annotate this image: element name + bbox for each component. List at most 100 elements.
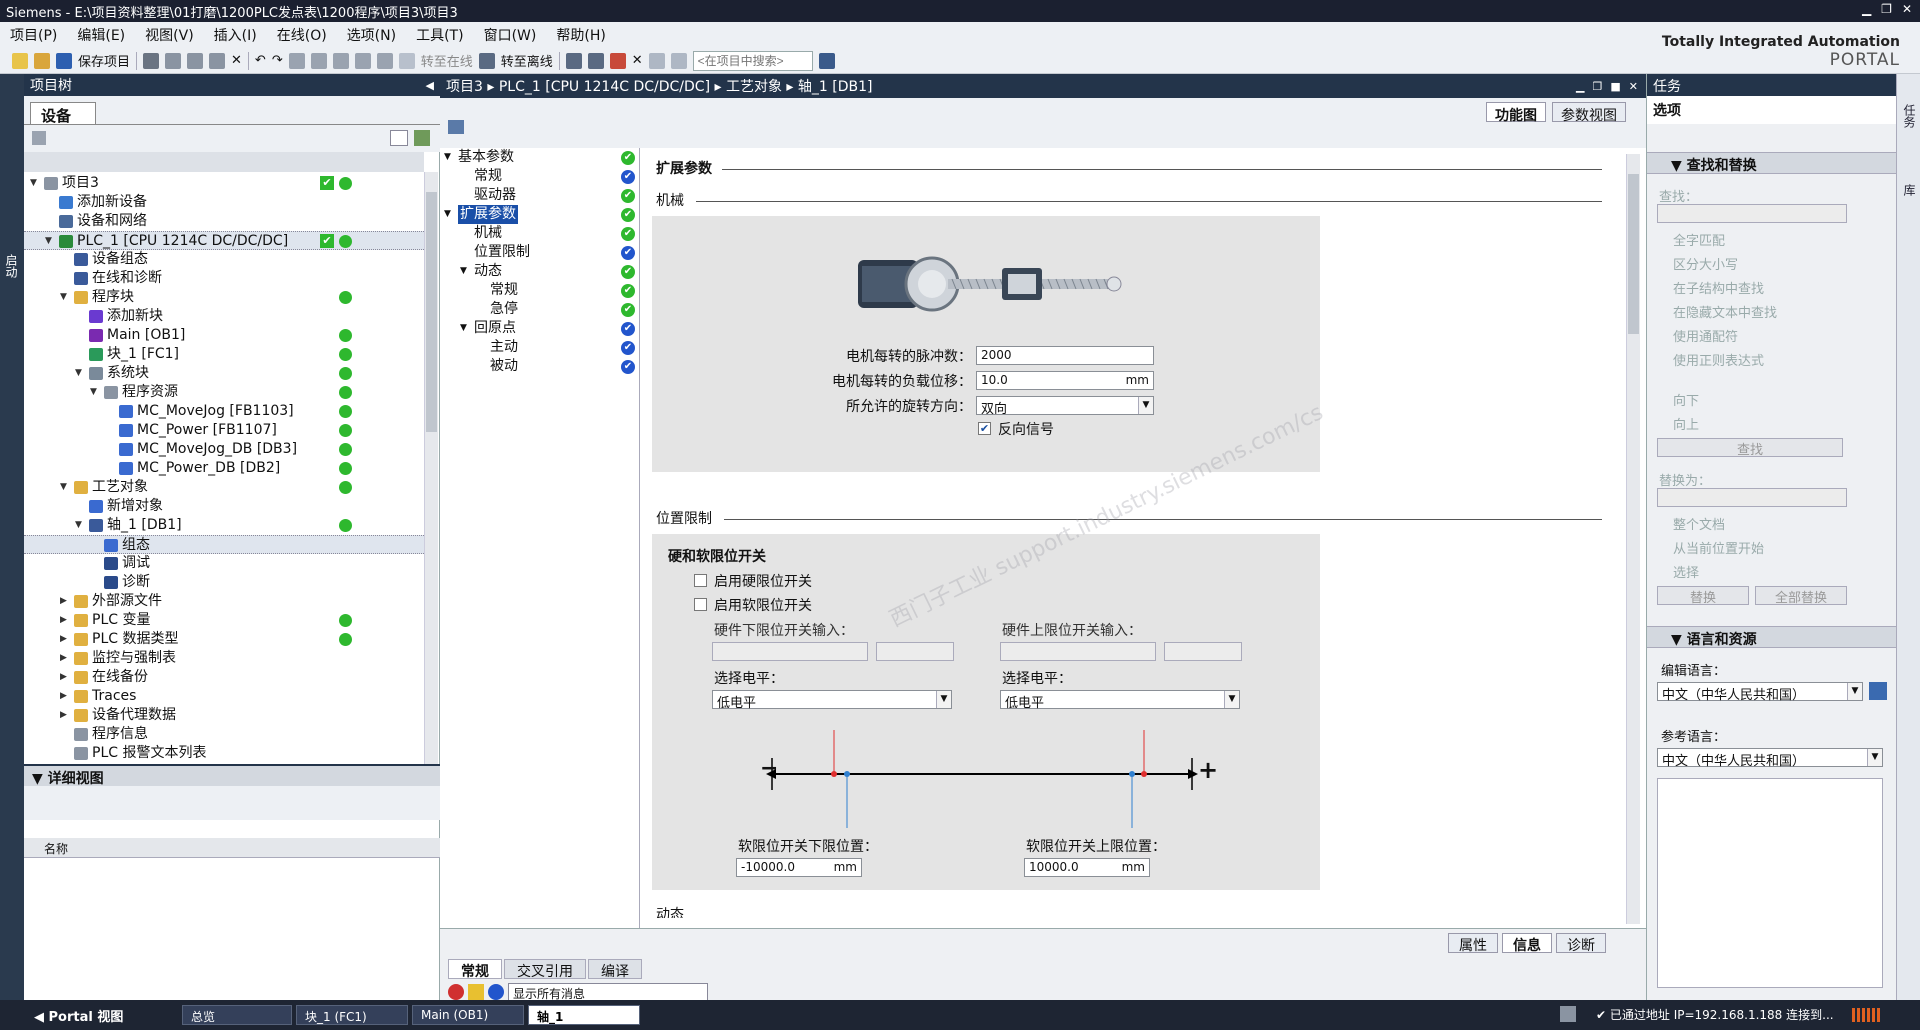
expanded-arrow-icon[interactable]: ▼ xyxy=(75,364,85,383)
menu-item-3[interactable]: 插入(I) xyxy=(214,25,257,45)
tasks-side-tab[interactable]: 任务 xyxy=(1901,104,1918,128)
detail-column-name[interactable]: 名称 xyxy=(24,838,440,858)
download-icon[interactable] xyxy=(310,52,327,69)
axis-tab[interactable]: 轴_1 xyxy=(528,1005,640,1025)
editor-maximize-icon[interactable]: ■ xyxy=(1610,80,1620,93)
go-offline-button[interactable]: 转至离线 xyxy=(501,51,553,70)
cross-ref-tab[interactable]: 交叉引用 xyxy=(504,959,586,980)
tree-item[interactable]: MC_Power_DB [DB2] xyxy=(24,459,424,478)
expanded-arrow-icon[interactable]: ▼ xyxy=(45,232,55,251)
tree-item[interactable]: 添加新块 xyxy=(24,307,424,326)
tree-scrollbar[interactable] xyxy=(424,172,438,764)
level-high-select[interactable]: 低电平 ▼ xyxy=(1000,690,1240,711)
menu-item-7[interactable]: 窗口(W) xyxy=(484,25,537,45)
tree-item[interactable]: ▼ 工艺对象 xyxy=(24,478,424,497)
start-sim-icon[interactable] xyxy=(376,52,393,69)
nav-item[interactable]: 机械 ✔ xyxy=(440,224,639,243)
delete-icon[interactable]: ✕ xyxy=(231,53,242,68)
expanded-arrow-icon[interactable]: ▼ xyxy=(75,516,85,535)
minimize-icon[interactable]: ▁ xyxy=(1862,2,1871,16)
breadcrumb-item[interactable]: 工艺对象 xyxy=(726,79,782,95)
compile-icon[interactable] xyxy=(288,52,305,69)
tree-item[interactable]: ▶ 设备代理数据 xyxy=(24,706,424,725)
tree-item[interactable]: ▶ 在线备份 xyxy=(24,668,424,687)
properties-tab[interactable]: 属性 xyxy=(1448,933,1498,954)
nav-item[interactable]: ▼ 回原点 ✔ xyxy=(440,319,639,338)
collapsed-arrow-icon[interactable]: ▶ xyxy=(60,611,70,630)
main-ob1-tab[interactable]: Main (OB1) xyxy=(412,1005,524,1025)
chevron-down-icon[interactable]: ▼ xyxy=(1847,683,1862,700)
nav-item[interactable]: ▼ 动态 ✔ xyxy=(440,262,639,281)
breadcrumb-item[interactable]: 轴_1 [DB1] xyxy=(798,79,873,95)
nav-item[interactable]: 被动 ✔ xyxy=(440,357,639,376)
tree-item[interactable]: PLC 报警文本列表 xyxy=(24,744,424,763)
tree-item[interactable]: ▼ 系统块 xyxy=(24,364,424,383)
menu-item-6[interactable]: 工具(T) xyxy=(416,25,463,45)
collapsed-arrow-icon[interactable]: ▶ xyxy=(60,592,70,611)
tree-item[interactable]: MC_Power [FB1107] xyxy=(24,421,424,440)
tree-item[interactable]: 设备组态 xyxy=(24,250,424,269)
expanded-arrow-icon[interactable]: ▼ xyxy=(460,262,467,281)
menu-item-0[interactable]: 项目(P) xyxy=(10,25,57,45)
tree-item[interactable]: 新增对象 xyxy=(24,497,424,516)
invert-signal-checkbox[interactable]: ✔ xyxy=(978,422,991,435)
tree-item[interactable]: ▼ PLC_1 [CPU 1214C DC/DC/DC] ✔ xyxy=(24,231,424,250)
collapsed-arrow-icon[interactable]: ▶ xyxy=(60,649,70,668)
editor-float-icon[interactable]: ❐ xyxy=(1593,80,1603,93)
go-online-button[interactable]: 转至在线 xyxy=(421,51,473,70)
chevron-down-icon[interactable]: ▼ xyxy=(1224,691,1239,708)
tree-item[interactable]: 调试 xyxy=(24,554,424,573)
nav-item[interactable]: ▼ 扩展参数 ✔ xyxy=(440,205,639,224)
compile-tab[interactable]: 编译 xyxy=(588,959,642,980)
stop-cpu-icon[interactable] xyxy=(609,52,626,69)
breadcrumb-item[interactable]: 项目3 xyxy=(446,79,483,95)
chevron-down-icon[interactable]: ▼ xyxy=(936,691,951,708)
language-list[interactable] xyxy=(1657,778,1883,988)
collapsed-arrow-icon[interactable]: ▶ xyxy=(60,630,70,649)
menu-item-2[interactable]: 视图(V) xyxy=(145,25,194,45)
breadcrumb-item[interactable]: PLC_1 [CPU 1214C DC/DC/DC] xyxy=(499,79,710,95)
collapse-panel-icon[interactable]: ◀ xyxy=(426,79,434,92)
warning-filter-icon[interactable] xyxy=(468,984,484,1000)
new-project-icon[interactable] xyxy=(12,52,28,69)
go-online-icon[interactable] xyxy=(398,52,415,69)
tree-item[interactable]: ▼ 程序块 xyxy=(24,288,424,307)
edit-lang-select[interactable]: 中文（中华人民共和国） ▼ xyxy=(1657,682,1863,703)
upload-icon[interactable] xyxy=(332,52,349,69)
function-view-tab[interactable]: 功能图 xyxy=(1486,102,1546,124)
expanded-arrow-icon[interactable]: ▼ xyxy=(60,478,70,497)
menu-item-4[interactable]: 在线(O) xyxy=(277,25,327,45)
sw-high-input[interactable]: 10000.0 mm xyxy=(1024,858,1150,877)
chevron-down-icon[interactable]: ▼ xyxy=(1867,749,1882,766)
left-side-tab[interactable]: 启动 xyxy=(0,74,24,1000)
info-tab[interactable]: 信息 xyxy=(1502,933,1552,954)
pulses-input[interactable]: 2000 xyxy=(976,346,1154,365)
tree-item[interactable]: ▶ PLC 数据类型 xyxy=(24,630,424,649)
devices-tab[interactable]: 设备 xyxy=(30,102,96,125)
content-scrollbar[interactable] xyxy=(1626,154,1640,924)
cancel-icon[interactable]: ✕ xyxy=(632,53,643,68)
tree-item[interactable]: 设备和网络 xyxy=(24,212,424,231)
tree-item[interactable]: MC_MoveJog_DB [DB3] xyxy=(24,440,424,459)
expanded-arrow-icon[interactable]: ▼ xyxy=(460,319,467,338)
project-search-input[interactable] xyxy=(692,50,813,71)
ref-lang-select[interactable]: 中文（中华人民共和国） ▼ xyxy=(1657,748,1883,769)
overview-tab[interactable]: 总览 xyxy=(182,1005,292,1025)
lang-res-section[interactable]: ▼ 语言和资源 xyxy=(1647,626,1897,648)
search-icon[interactable] xyxy=(818,52,835,69)
nav-item[interactable]: ▼ 基本参数 ✔ xyxy=(440,148,639,167)
nav-item[interactable]: 驱动器 ✔ xyxy=(440,186,639,205)
expanded-arrow-icon[interactable]: ▼ xyxy=(444,205,451,224)
library-side-tab[interactable]: 库 xyxy=(1901,184,1918,196)
expanded-arrow-icon[interactable]: ▼ xyxy=(30,174,40,193)
detail-view-header[interactable]: ▼ 详细视图 xyxy=(24,764,440,787)
tree-item[interactable]: ▶ 监控与强制表 xyxy=(24,649,424,668)
tree-item[interactable]: ▶ PLC 变量 xyxy=(24,611,424,630)
go-offline-icon[interactable] xyxy=(478,52,495,69)
save-icon[interactable] xyxy=(56,52,72,69)
save-project-button[interactable]: 保存项目 xyxy=(78,51,130,70)
expanded-arrow-icon[interactable]: ▼ xyxy=(90,383,100,402)
nav-item[interactable]: 常规 ✔ xyxy=(440,167,639,186)
find-replace-section[interactable]: ▼ 查找和替换 xyxy=(1647,152,1897,174)
tree-item[interactable]: ▶ 外部源文件 xyxy=(24,592,424,611)
